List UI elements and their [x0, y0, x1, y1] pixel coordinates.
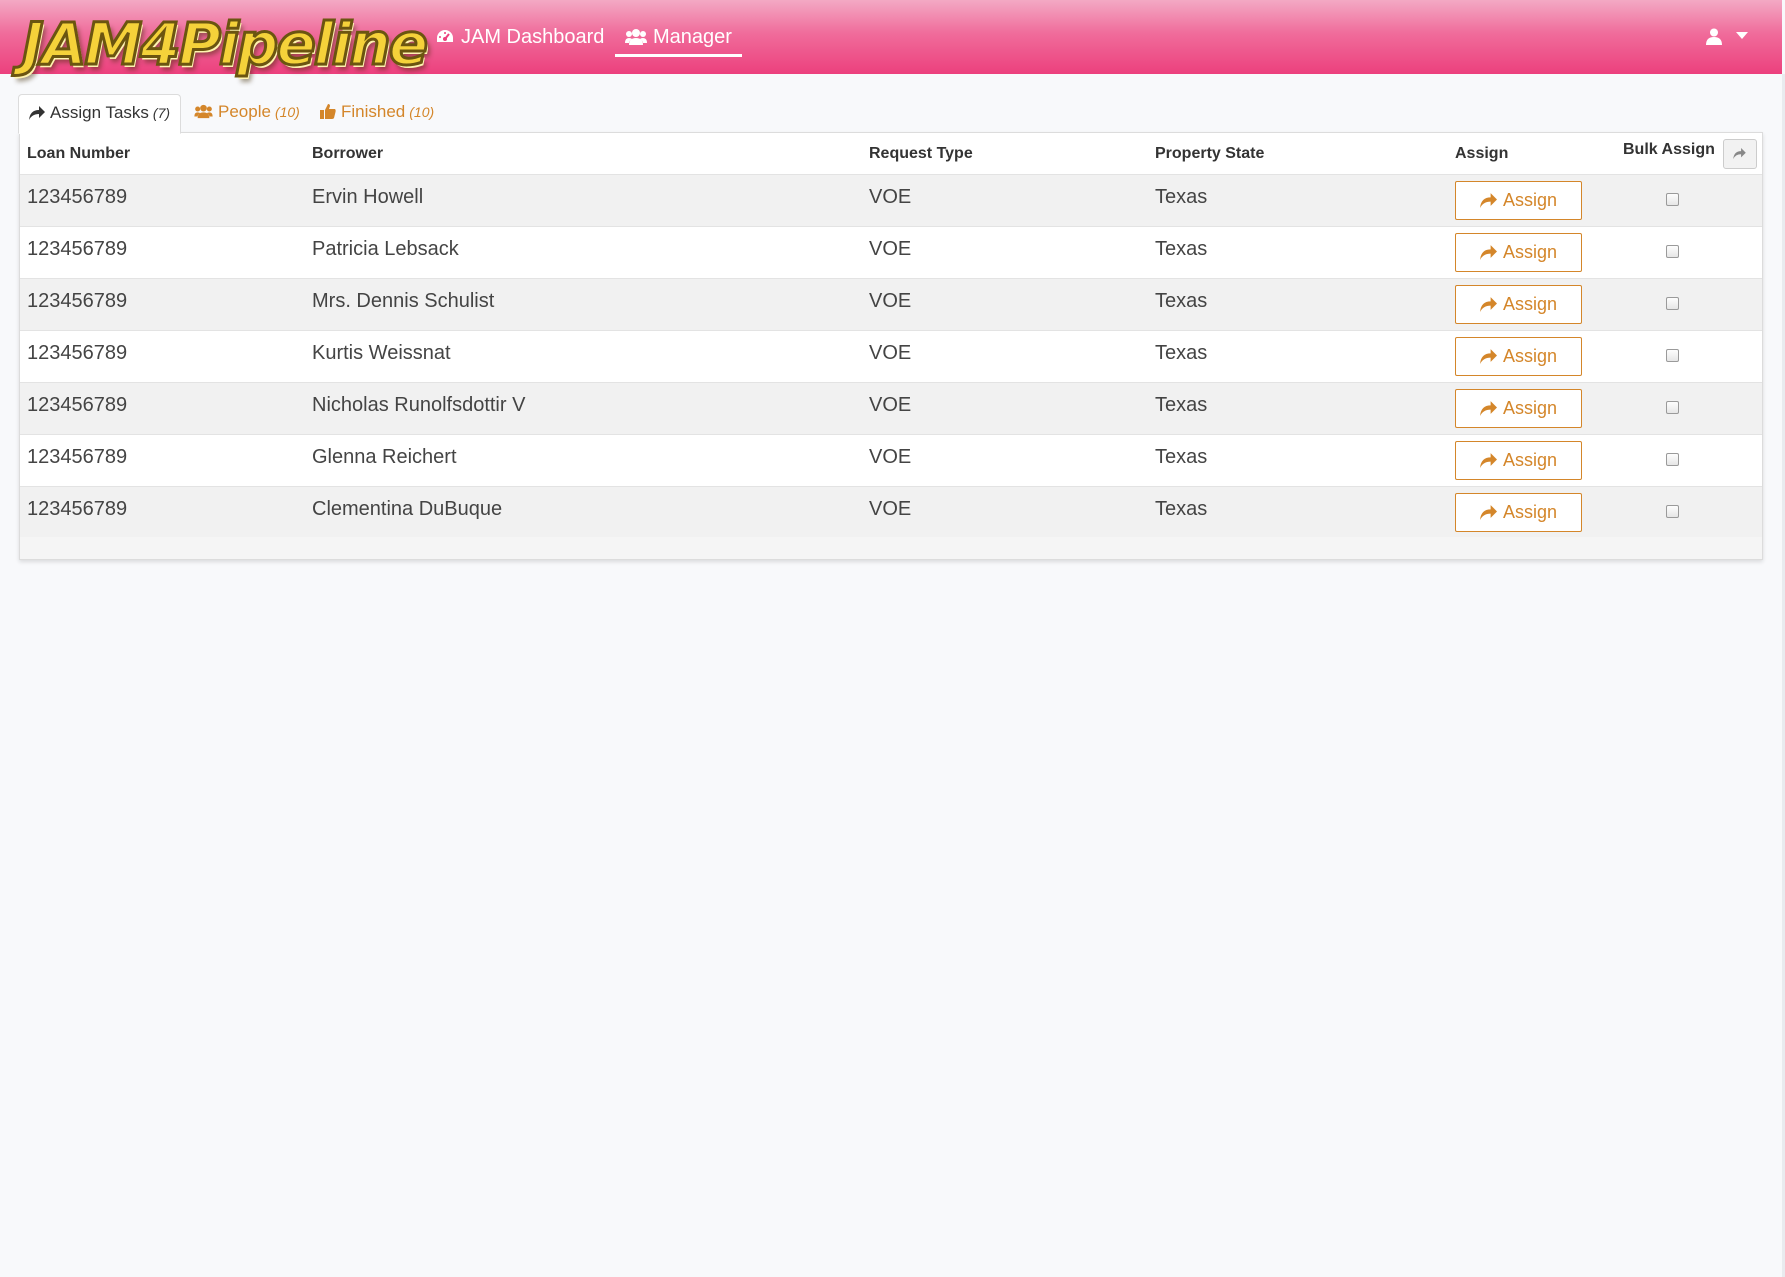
bulk-assign-button[interactable]	[1723, 139, 1757, 169]
tab-finished[interactable]: Finished (10)	[320, 94, 434, 132]
borrower-cell: Kurtis Weissnat	[312, 342, 451, 364]
table-row: 123456789 Glenna Reichert VOE Texas Assi…	[20, 434, 1762, 487]
request-type-cell: VOE	[869, 498, 912, 520]
loan-number-cell: 123456789	[27, 238, 128, 260]
table-header: Loan Number Borrower Request Type Proper…	[20, 133, 1762, 176]
bulk-assign-checkbox[interactable]	[1666, 505, 1679, 518]
request-type-cell: VOE	[869, 238, 912, 260]
users-icon	[194, 104, 213, 119]
tab-assign-tasks[interactable]: Assign Tasks (7)	[18, 94, 182, 134]
table-row: 123456789 Kurtis Weissnat VOE Texas Assi…	[20, 330, 1762, 383]
active-nav-indicator	[615, 54, 742, 57]
request-type-cell: VOE	[869, 342, 912, 364]
assign-button[interactable]: Assign	[1455, 233, 1582, 272]
users-icon	[625, 29, 647, 45]
property-state-cell: Texas	[1155, 238, 1208, 260]
loan-number-cell: 123456789	[27, 394, 128, 416]
assign-button-label: Assign	[1502, 190, 1558, 210]
loan-number-cell: 123456789	[27, 446, 128, 468]
dashboard-icon	[437, 30, 453, 42]
tab-count: (10)	[274, 104, 300, 120]
share-icon	[1479, 245, 1497, 260]
assign-button-label: Assign	[1502, 450, 1558, 470]
borrower-cell: Clementina DuBuque	[312, 498, 503, 520]
bulk-assign-checkbox[interactable]	[1666, 401, 1679, 414]
nav-label-dashboard: JAM Dashboard	[461, 26, 605, 48]
loan-number-cell: 123456789	[27, 186, 128, 208]
request-type-cell: VOE	[869, 186, 912, 208]
tab-count: (10)	[409, 104, 435, 120]
assign-button[interactable]: Assign	[1455, 493, 1582, 532]
tab-label: Assign Tasks	[50, 103, 149, 122]
assign-button[interactable]: Assign	[1455, 285, 1582, 324]
caret-down-icon	[1736, 32, 1748, 39]
property-state-cell: Texas	[1155, 186, 1208, 208]
assign-button[interactable]: Assign	[1455, 337, 1582, 376]
bulk-assign-checkbox[interactable]	[1666, 193, 1679, 206]
bulk-assign-checkbox[interactable]	[1666, 297, 1679, 310]
property-state-cell: Texas	[1155, 394, 1208, 416]
table-row: 123456789 Clementina DuBuque VOE Texas A…	[20, 486, 1762, 539]
property-state-cell: Texas	[1155, 446, 1208, 468]
table-footer	[20, 537, 1762, 559]
share-icon	[1479, 349, 1497, 364]
assign-button-label: Assign	[1502, 294, 1558, 314]
share-icon	[1479, 505, 1497, 520]
top-navbar: JAM4Pipeline JAM Dashboard Manager	[0, 0, 1782, 80]
assign-button-label: Assign	[1502, 242, 1558, 262]
column-header-bulk-assign: Bulk Assign	[1623, 141, 1715, 158]
share-icon	[1733, 148, 1746, 159]
nav-item-manager[interactable]: Manager	[615, 0, 742, 74]
table-row: 123456789 Mrs. Dennis Schulist VOE Texas…	[20, 278, 1762, 331]
column-header-assign: Assign	[1455, 145, 1509, 162]
assign-button[interactable]: Assign	[1455, 389, 1582, 428]
nav-label-manager: Manager	[653, 26, 732, 48]
column-header-borrower[interactable]: Borrower	[312, 145, 383, 163]
request-type-cell: VOE	[869, 394, 912, 416]
assign-tasks-table: Loan Number Borrower Request Type Proper…	[19, 132, 1763, 560]
tab-people[interactable]: People (10)	[194, 94, 300, 132]
table-row: 123456789 Patricia Lebsack VOE Texas Ass…	[20, 226, 1762, 279]
assign-button[interactable]: Assign	[1455, 441, 1582, 480]
loan-number-cell: 123456789	[27, 290, 128, 312]
assign-button-label: Assign	[1502, 502, 1558, 522]
app-logo[interactable]: JAM4Pipeline	[20, 4, 429, 84]
table-row: 123456789 Nicholas Runolfsdottir V VOE T…	[20, 382, 1762, 435]
assign-button-label: Assign	[1502, 398, 1558, 418]
column-header-request-type[interactable]: Request Type	[869, 145, 973, 163]
share-icon	[1479, 297, 1497, 312]
user-menu-dropdown[interactable]	[1706, 24, 1752, 50]
assign-button[interactable]: Assign	[1455, 181, 1582, 220]
borrower-cell: Glenna Reichert	[312, 446, 457, 468]
loan-number-cell: 123456789	[27, 342, 128, 364]
bulk-assign-checkbox[interactable]	[1666, 349, 1679, 362]
borrower-cell: Ervin Howell	[312, 186, 424, 208]
share-icon	[29, 106, 45, 120]
bulk-assign-checkbox[interactable]	[1666, 453, 1679, 466]
logo-text: JAM4Pipeline	[20, 9, 429, 80]
request-type-cell: VOE	[869, 290, 912, 312]
table-row: 123456789 Ervin Howell VOE Texas Assign	[20, 174, 1762, 227]
nav-item-jam-dashboard[interactable]: JAM Dashboard	[435, 0, 604, 74]
property-state-cell: Texas	[1155, 498, 1208, 520]
tab-count: (7)	[152, 105, 171, 121]
column-header-loan-number[interactable]: Loan Number	[27, 145, 130, 163]
assign-button-label: Assign	[1502, 346, 1558, 366]
tab-label: Finished	[341, 102, 406, 121]
borrower-cell: Mrs. Dennis Schulist	[312, 290, 495, 312]
bulk-assign-checkbox[interactable]	[1666, 245, 1679, 258]
property-state-cell: Texas	[1155, 290, 1208, 312]
borrower-cell: Patricia Lebsack	[312, 238, 459, 260]
loan-number-cell: 123456789	[27, 498, 128, 520]
thumbs-up-icon	[320, 104, 336, 119]
user-icon	[1706, 28, 1722, 45]
tab-label: People	[218, 102, 271, 121]
share-icon	[1479, 401, 1497, 416]
borrower-cell: Nicholas Runolfsdottir V	[312, 394, 526, 416]
request-type-cell: VOE	[869, 446, 912, 468]
share-icon	[1479, 193, 1497, 208]
share-icon	[1479, 453, 1497, 468]
column-header-property-state[interactable]: Property State	[1155, 145, 1264, 163]
property-state-cell: Texas	[1155, 342, 1208, 364]
